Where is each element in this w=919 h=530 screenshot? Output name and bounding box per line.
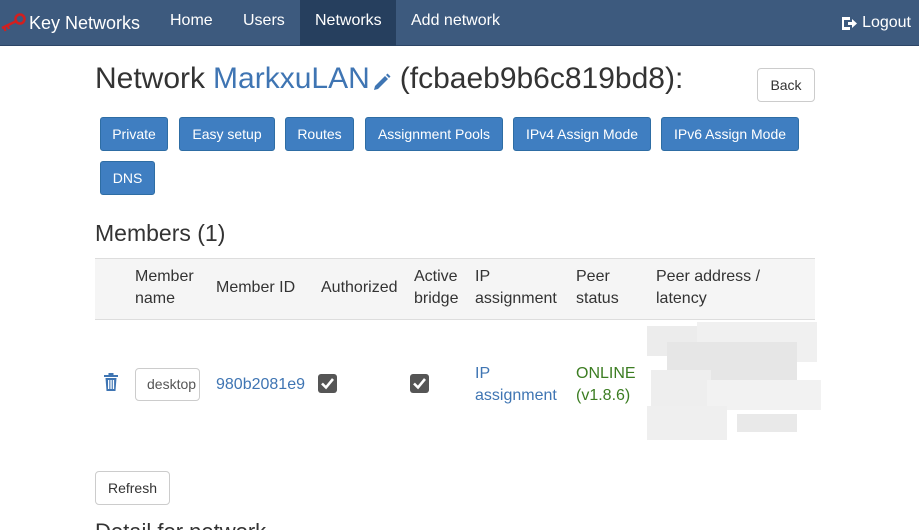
col-ip-assignment-line2: assignment	[475, 290, 557, 307]
col-peer-status-line2: status	[576, 290, 619, 307]
col-active-bridge: Active bridge	[414, 266, 458, 310]
col-ip-assignment: IP assignment	[475, 266, 557, 310]
ip-assignment-link-line2: assignment	[475, 387, 557, 404]
col-member-name-line2: name	[135, 290, 176, 307]
col-ip-assignment-line1: IP	[475, 268, 491, 285]
member-name-input[interactable]: desktop	[135, 368, 200, 401]
logout-icon	[842, 16, 858, 30]
logout-link[interactable]: Logout	[841, 0, 911, 46]
peer-status: ONLINE (v1.8.6)	[576, 363, 636, 407]
network-name-link[interactable]: MarkxuLAN	[213, 62, 370, 96]
col-member-name-line1: Member	[135, 268, 194, 285]
network-id: (fcbaeb9b6c819bd8):	[399, 62, 684, 95]
brand[interactable]: Key Networks	[0, 0, 140, 46]
col-member-id: Member ID	[216, 279, 296, 296]
col-active-bridge-line2: bridge	[414, 290, 459, 307]
col-peer-status-line1: Peer	[576, 268, 610, 285]
nav-networks[interactable]: Networks	[300, 0, 396, 46]
ipv4-assign-mode-button[interactable]: IPv4 Assign Mode	[513, 117, 651, 151]
nav-users[interactable]: Users	[228, 0, 300, 46]
top-navbar: Key Networks Home Users Networks Add net…	[0, 0, 919, 46]
authorized-checkbox[interactable]	[318, 374, 337, 393]
page-title: Network MarkxuLAN (fcbaeb9b6c819bd8):	[95, 62, 683, 96]
dns-button[interactable]: DNS	[100, 161, 155, 195]
col-peer-address: Peer address / latency	[656, 266, 760, 310]
check-icon	[413, 378, 427, 390]
col-peer-address-line1: Peer address /	[656, 268, 761, 285]
ip-assignment-link[interactable]: IP assignment	[475, 363, 557, 407]
nav-add-network[interactable]: Add network	[396, 0, 515, 46]
member-id-link[interactable]: 980b2081e9	[216, 374, 305, 396]
next-section-heading: Detail for network	[95, 519, 266, 530]
members-heading: Members (1)	[95, 220, 226, 246]
private-button[interactable]: Private	[100, 117, 168, 151]
back-button[interactable]: Back	[757, 68, 815, 102]
check-icon	[321, 378, 335, 390]
pencil-icon[interactable]	[372, 72, 392, 92]
refresh-button[interactable]: Refresh	[95, 471, 170, 505]
logout-label: Logout	[862, 14, 911, 31]
col-authorized: Authorized	[321, 279, 398, 296]
assignment-pools-button[interactable]: Assignment Pools	[365, 117, 503, 151]
nav-home[interactable]: Home	[155, 0, 228, 46]
ipv6-assign-mode-button[interactable]: IPv6 Assign Mode	[661, 117, 799, 151]
active-bridge-checkbox[interactable]	[410, 374, 429, 393]
blurred-peer-address	[647, 322, 821, 440]
col-member-name: Member name	[135, 266, 194, 310]
trash-icon[interactable]	[103, 373, 119, 391]
col-peer-status: Peer status	[576, 266, 619, 310]
key-icon	[1, 13, 26, 32]
col-active-bridge-line1: Active	[414, 268, 458, 285]
col-peer-address-line2: latency	[656, 290, 707, 307]
peer-status-line1: ONLINE	[576, 365, 636, 382]
title-prefix: Network	[95, 62, 206, 95]
routes-button[interactable]: Routes	[285, 117, 354, 151]
ip-assignment-link-line1: IP	[475, 365, 491, 382]
brand-label: Key Networks	[29, 12, 141, 33]
peer-status-line2: (v1.8.6)	[576, 387, 631, 404]
easy-setup-button[interactable]: Easy setup	[179, 117, 275, 151]
